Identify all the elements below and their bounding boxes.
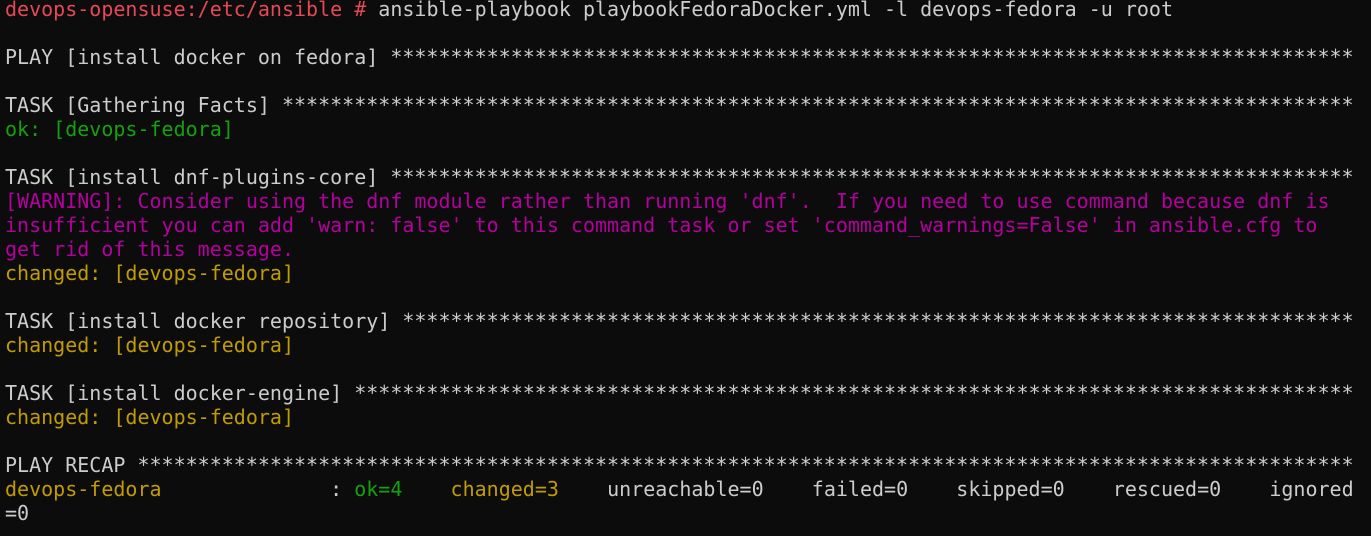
terminal-line-task-header: TASK [install docker repository] *******… — [5, 309, 1354, 333]
terminal-text: PLAY RECAP *****************************… — [5, 453, 1354, 477]
terminal-line-task-result: changed: [devops-fedora] — [5, 405, 1354, 429]
terminal-line-task-header: TASK [install docker-engine] ***********… — [5, 381, 1354, 405]
terminal-text: devops-opensuse:/etc/ansible # — [5, 0, 379, 21]
terminal-text: : — [161, 477, 355, 501]
terminal-text: ok: [devops-fedora] — [5, 117, 234, 141]
terminal-line-task-result: ok: [devops-fedora] — [5, 117, 1354, 141]
terminal-line-warning: [WARNING]: Consider using the dnf module… — [5, 189, 1354, 213]
terminal-text: [WARNING]: Consider using the dnf module… — [5, 189, 1330, 213]
terminal-text: devops-fedora — [5, 477, 162, 501]
terminal-text: changed: [devops-fedora] — [5, 333, 294, 357]
terminal-text: TASK [Gathering Facts] *****************… — [5, 93, 1354, 117]
terminal-line-warning: insufficient you can add 'warn: false' t… — [5, 213, 1354, 237]
terminal-text: unreachable=0 failed=0 skipped=0 rescued… — [558, 477, 1354, 501]
terminal-line-recap-header: PLAY RECAP *****************************… — [5, 453, 1354, 477]
terminal-output[interactable]: devops-opensuse:/etc/ansible # ansible-p… — [5, 0, 1354, 525]
terminal-text: changed: [devops-fedora] — [5, 261, 294, 285]
terminal-text: insufficient you can add 'warn: false' t… — [5, 213, 1318, 237]
terminal-text: =0 — [5, 501, 30, 525]
terminal-line-task-result: changed: [devops-fedora] — [5, 261, 1354, 285]
terminal-line-recap: devops-fedora : ok=4 changed=3 unreachab… — [5, 477, 1354, 501]
terminal-text: ok=4 — [354, 477, 403, 501]
terminal-line-task-header: TASK [Gathering Facts] *****************… — [5, 93, 1354, 117]
terminal-line-play-header: PLAY [install docker on fedora] ********… — [5, 45, 1354, 69]
terminal-text: changed=3 — [450, 477, 559, 501]
terminal-text: TASK [install dnf-plugins-core] ********… — [5, 165, 1354, 189]
terminal-line-command: devops-opensuse:/etc/ansible # ansible-p… — [5, 0, 1354, 21]
terminal-text: ansible-playbook playbookFedoraDocker.ym… — [378, 0, 1173, 21]
terminal-text: changed: [devops-fedora] — [5, 405, 294, 429]
terminal-text: TASK [install docker-engine] ***********… — [5, 381, 1354, 405]
terminal-line-warning: get rid of this message. — [5, 237, 1354, 261]
terminal-text: get rid of this message. — [5, 237, 294, 261]
terminal-text: TASK [install docker repository] *******… — [5, 309, 1354, 333]
terminal-line-task-result: changed: [devops-fedora] — [5, 333, 1354, 357]
terminal-line-task-header: TASK [install dnf-plugins-core] ********… — [5, 165, 1354, 189]
terminal-text: PLAY [install docker on fedora] ********… — [5, 45, 1354, 69]
terminal-line-recap: =0 — [5, 501, 1354, 525]
